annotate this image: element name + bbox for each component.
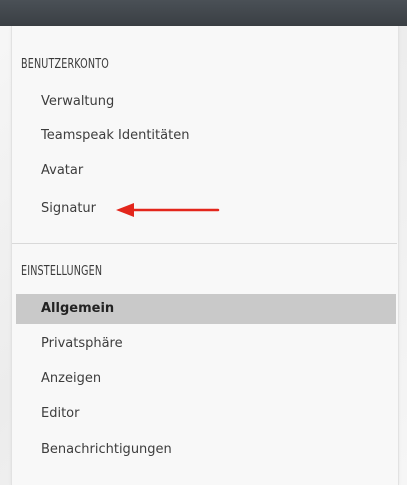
sidebar-item-avatar[interactable]: Avatar (18, 158, 403, 184)
sidebar-item-teamspeak-identitaeten[interactable]: Teamspeak Identitäten (18, 123, 403, 149)
settings-sidebar-screenshot: BENUTZERKONTO Verwaltung Teamspeak Ident… (0, 0, 407, 485)
sidebar-item-verwaltung[interactable]: Verwaltung (18, 89, 403, 115)
sidebar-item-allgemein[interactable]: Allgemein (16, 294, 396, 324)
red-arrow-left-icon (116, 203, 220, 217)
sidebar-item-privatsphaere[interactable]: Privatsphäre (18, 331, 403, 357)
sidebar-item-editor[interactable]: Editor (18, 401, 403, 427)
top-bar (0, 0, 407, 26)
section-header-benutzerkonto: BENUTZERKONTO (21, 57, 109, 72)
section-header-einstellungen: EINSTELLUNGEN (21, 264, 103, 279)
sidebar-item-benachrichtigungen[interactable]: Benachrichtigungen (18, 437, 403, 463)
section-divider (12, 243, 397, 244)
sidebar-item-anzeigen[interactable]: Anzeigen (18, 366, 403, 392)
